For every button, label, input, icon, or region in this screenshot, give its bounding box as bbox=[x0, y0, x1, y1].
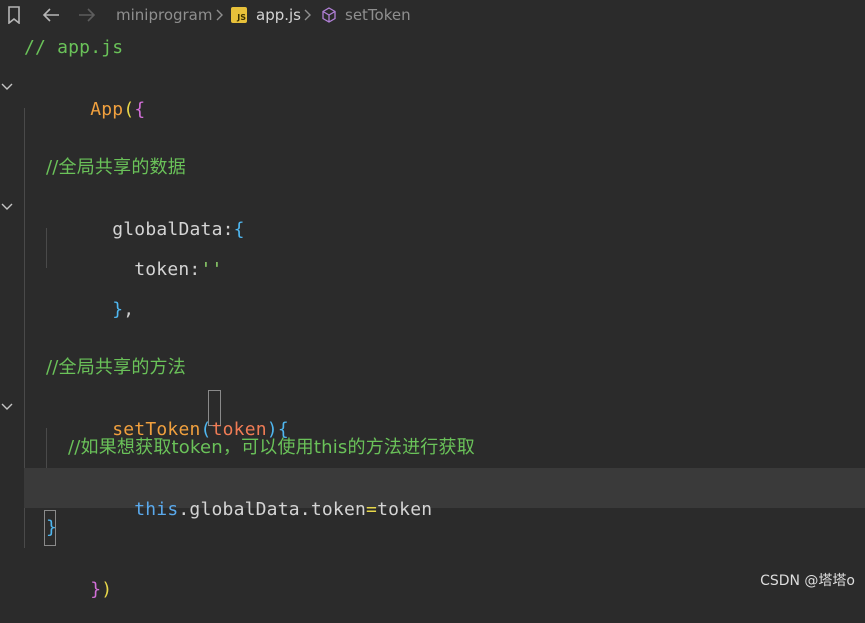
js-file-icon: JS bbox=[231, 7, 247, 23]
comma: , bbox=[123, 299, 135, 320]
comment: //如果想获取token，可以使用this的方法进行获取 bbox=[68, 437, 475, 458]
comment: //全局共享的数据 bbox=[46, 157, 186, 178]
breadcrumb-symbol[interactable]: setToken bbox=[345, 6, 411, 24]
code-line[interactable]: //全局共享的方法 bbox=[0, 348, 865, 388]
code-line[interactable]: } bbox=[0, 508, 865, 548]
breadcrumb-file[interactable]: app.js bbox=[256, 6, 301, 24]
code-line[interactable]: // app.js bbox=[0, 28, 865, 68]
brace: } bbox=[112, 299, 124, 320]
paren: ( bbox=[123, 99, 135, 120]
brace: } bbox=[90, 579, 102, 600]
code-line[interactable]: setToken(token){ bbox=[0, 388, 865, 440]
chevron-right-icon bbox=[216, 9, 223, 21]
fold-chevron-icon[interactable] bbox=[0, 80, 14, 94]
watermark: CSDN @塔塔o bbox=[760, 573, 855, 589]
paren: ) bbox=[101, 579, 113, 600]
forward-arrow-icon[interactable] bbox=[77, 6, 97, 24]
code-line[interactable]: this.globalData.token=token bbox=[0, 468, 865, 520]
code-line[interactable]: //如果想获取token，可以使用this的方法进行获取 bbox=[0, 428, 865, 468]
comment: //全局共享的方法 bbox=[46, 357, 186, 378]
function-name: App bbox=[90, 99, 124, 120]
code-line[interactable]: }, bbox=[0, 268, 865, 320]
code-line[interactable]: //全局共享的数据 bbox=[0, 148, 865, 188]
fold-chevron-icon[interactable] bbox=[0, 400, 14, 414]
code-editor[interactable]: miniprogram JS app.js setToken // app.js… bbox=[0, 0, 865, 600]
brace: } bbox=[46, 517, 58, 538]
breadcrumb: miniprogram JS app.js setToken bbox=[0, 0, 865, 30]
breadcrumb-folder[interactable]: miniprogram bbox=[116, 6, 212, 24]
comment: // app.js bbox=[24, 37, 124, 58]
brace: { bbox=[134, 99, 146, 120]
bookmark-icon[interactable] bbox=[7, 6, 21, 24]
chevron-right-icon bbox=[304, 9, 311, 21]
back-arrow-icon[interactable] bbox=[41, 6, 61, 24]
fold-chevron-icon[interactable] bbox=[0, 200, 14, 214]
code-line[interactable]: globalData:{ bbox=[0, 188, 865, 240]
method-cube-icon bbox=[322, 7, 336, 23]
code-line[interactable]: App({ bbox=[0, 68, 865, 120]
code-line[interactable]: token:'' bbox=[0, 228, 865, 280]
code-line[interactable]: }) bbox=[0, 548, 865, 600]
